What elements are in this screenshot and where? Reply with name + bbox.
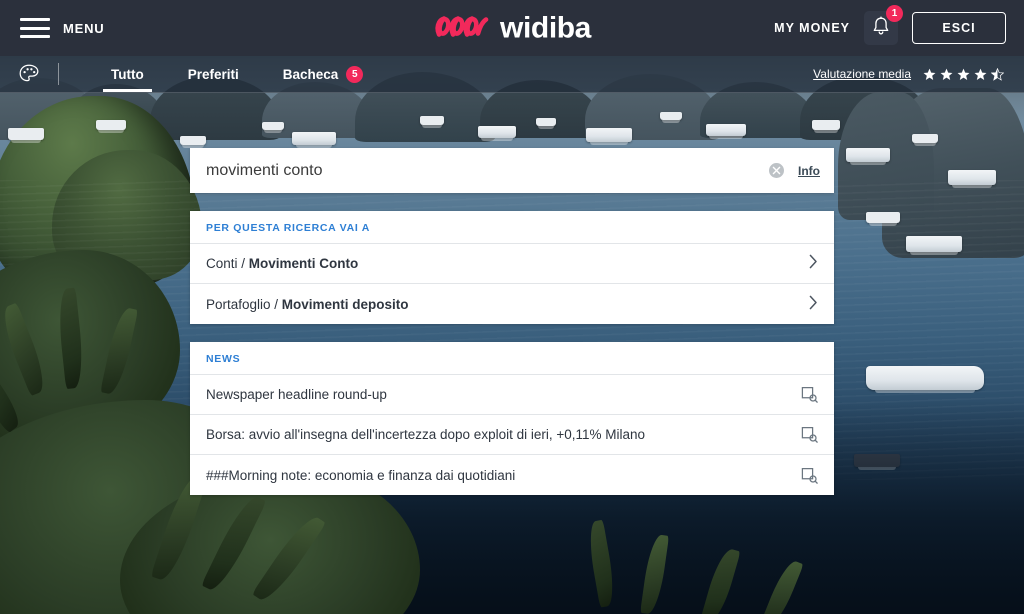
tab-preferiti[interactable]: Preferiti bbox=[166, 56, 261, 92]
chevron-right-icon bbox=[809, 254, 818, 273]
tab-bacheca[interactable]: Bacheca 5 bbox=[261, 56, 386, 92]
tab-label: Preferiti bbox=[187, 66, 239, 82]
boat bbox=[912, 134, 938, 146]
boat bbox=[706, 124, 746, 139]
boat bbox=[536, 118, 556, 129]
suggestion-label: Conti / Movimenti Conto bbox=[206, 256, 359, 271]
search-input[interactable] bbox=[206, 161, 769, 180]
boat bbox=[846, 148, 890, 165]
nav-tabs: Tutto Preferiti Bacheca 5 bbox=[89, 56, 385, 92]
news-title: Borsa: avvio all'insegna dell'incertezza… bbox=[206, 427, 646, 442]
boat bbox=[866, 366, 984, 393]
document-search-icon bbox=[801, 467, 818, 484]
star-full-icon bbox=[923, 68, 936, 80]
search-overlay: Info PER QUESTA RICERCA VAI A Conti / Mo… bbox=[190, 148, 834, 495]
secondary-navbar: Tutto Preferiti Bacheca 5 Valutazione me… bbox=[0, 56, 1024, 93]
search-box[interactable]: Info bbox=[190, 148, 834, 193]
boat bbox=[292, 132, 336, 148]
suggestions-section-title: PER QUESTA RICERCA VAI A bbox=[190, 211, 834, 244]
widiba-swirl-logo-icon bbox=[433, 10, 491, 47]
suggestion-label: Portafoglio / Movimenti deposito bbox=[206, 296, 409, 312]
star-full-icon bbox=[957, 68, 970, 80]
star-half-icon bbox=[991, 67, 1004, 81]
tab-badge: 5 bbox=[346, 65, 364, 83]
news-section-title: NEWS bbox=[190, 342, 834, 375]
boat bbox=[420, 116, 444, 128]
boat bbox=[660, 112, 682, 123]
star-full-icon bbox=[940, 68, 953, 80]
header-actions: MY MONEY 1 ESCI bbox=[774, 5, 1006, 45]
rating-stars bbox=[923, 67, 1004, 81]
logout-button[interactable]: ESCI bbox=[912, 12, 1006, 44]
my-money-button[interactable]: MY MONEY bbox=[774, 21, 850, 35]
tab-label: Tutto bbox=[111, 66, 144, 82]
document-search-icon bbox=[801, 426, 818, 443]
news-row[interactable]: Borsa: avvio all'insegna dell'incertezza… bbox=[190, 415, 834, 455]
boat bbox=[948, 170, 996, 188]
top-header: MENU widiba MY MONEY 1 ESCI bbox=[0, 0, 1024, 56]
news-title: Newspaper headline round-up bbox=[206, 387, 387, 402]
brand-logo[interactable]: widiba bbox=[433, 10, 591, 47]
news-row[interactable]: Newspaper headline round-up bbox=[190, 375, 834, 415]
brand-name: widiba bbox=[500, 11, 591, 44]
search-suggestions-card: PER QUESTA RICERCA VAI A Conti / Movimen… bbox=[190, 211, 834, 324]
news-title: ###Morning note: economia e finanza dai … bbox=[206, 467, 516, 483]
news-card: NEWS Newspaper headline round-up Borsa: … bbox=[190, 342, 834, 495]
boat bbox=[812, 120, 840, 133]
tab-label: Bacheca bbox=[282, 66, 339, 82]
boat bbox=[96, 120, 126, 133]
boat bbox=[8, 128, 44, 143]
clear-circle-icon[interactable] bbox=[769, 163, 784, 178]
rating-area: Valutazione media bbox=[813, 67, 1004, 81]
boat bbox=[906, 236, 962, 255]
info-link[interactable]: Info bbox=[798, 164, 820, 178]
suggestion-row-portafoglio[interactable]: Portafoglio / Movimenti deposito bbox=[190, 284, 834, 324]
tab-tutto[interactable]: Tutto bbox=[89, 56, 166, 92]
boat bbox=[586, 128, 632, 145]
boat bbox=[866, 212, 900, 226]
news-row[interactable]: ###Morning note: economia e finanza dai … bbox=[190, 455, 834, 495]
suggestion-row-conti[interactable]: Conti / Movimenti Conto bbox=[190, 244, 834, 284]
boat bbox=[262, 122, 284, 133]
menu-button[interactable]: MENU bbox=[63, 21, 104, 36]
notification-badge: 1 bbox=[886, 5, 903, 22]
document-search-icon bbox=[801, 386, 818, 403]
star-full-icon bbox=[974, 68, 987, 80]
boat bbox=[478, 126, 516, 141]
nav-divider bbox=[58, 63, 59, 85]
boat bbox=[180, 136, 206, 148]
chevron-right-icon bbox=[809, 295, 818, 314]
notification-bell-button[interactable]: 1 bbox=[864, 5, 903, 45]
rating-label[interactable]: Valutazione media bbox=[813, 67, 911, 81]
hamburger-icon[interactable] bbox=[20, 18, 50, 38]
palette-icon[interactable] bbox=[18, 63, 40, 85]
